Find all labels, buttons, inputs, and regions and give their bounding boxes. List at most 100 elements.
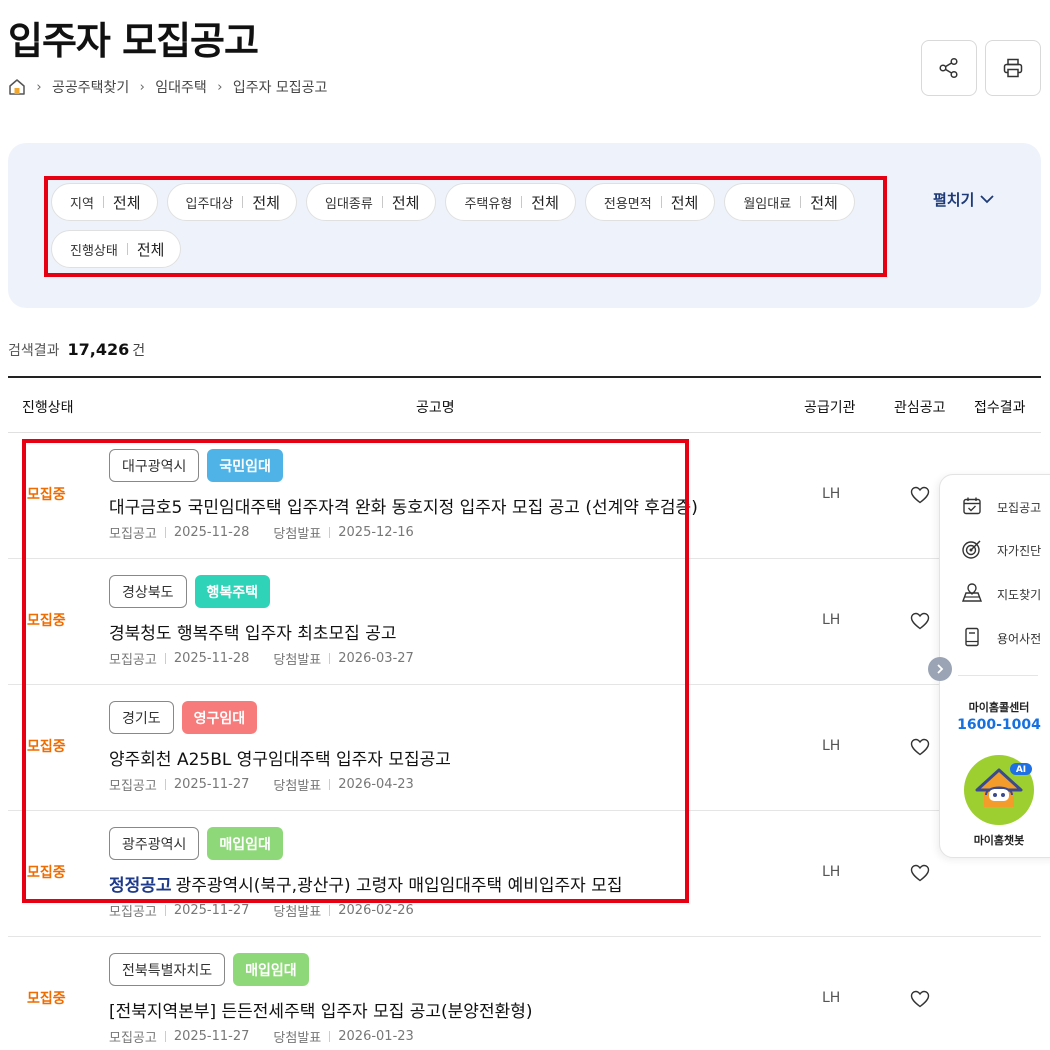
chatbot-button[interactable]: AI [964,755,1034,825]
notice-list: 모집중 대구광역시 국민임대 대구금호5 국민임대주택 입주자격 완화 동호지정… [8,433,1041,1050]
notice-title-link[interactable]: 정정공고 광주광역시(북구,광산구) 고령자 매입임대주택 예비입주자 모집 [109,871,623,896]
winner-date: 2026-03-27 [338,651,414,666]
print-icon [1003,58,1023,78]
region-tag: 대구광역시 [109,449,200,482]
divider [329,527,331,538]
expand-label: 펼치기 [933,190,975,209]
quick-menu-label: 용어사전 [997,631,1042,646]
rental-type-tag: 국민임대 [207,449,283,482]
chevron-down-icon [980,195,995,204]
winner-date: 2025-12-16 [338,525,414,540]
call-center-phone[interactable]: 1600-1004 [940,717,1050,733]
result-count: 검색결과 17,426 건 [8,340,145,360]
quick-menu-item-self-check[interactable]: 자가진단 [961,538,1041,562]
chevron-right-icon: › [217,79,223,95]
target-icon [961,538,985,562]
notice-date: 2025-11-27 [173,903,250,918]
notice-title-link[interactable]: 양주회천 A25BL 영구임대주택 입주자 모집공고 [109,745,451,770]
divider [164,1031,166,1042]
chevron-right-icon [937,664,944,674]
page-title: 입주자 모집공고 [8,19,259,63]
heart-icon[interactable] [910,864,930,882]
chatbot-label: 마이홈챗봇 [973,834,1025,847]
table-row[interactable]: 모집중 전북특별자치도 매입임대 [전북지역본부] 든든전세주택 입주자 모집 … [8,937,1041,1050]
chevron-right-icon: › [139,79,145,95]
notice-dates: 모집공고 2025-11-28 당첨발표 2025-12-16 [109,523,414,542]
notice-date: 2025-11-27 [173,1029,250,1044]
home-icon[interactable] [8,78,26,96]
winner-date-label: 당첨발표 [273,779,322,794]
supplier-org: LH [822,612,841,628]
tag-group: 전북특별자치도 매입임대 [109,953,309,986]
table-row[interactable]: 모집중 경상북도 행복주택 경북청도 행복주택 입주자 최초모집 공고 모집공고… [8,559,1041,685]
notice-title: 대구금호5 국민임대주택 입주자격 완화 동호지정 입주자 모집 공고 (선계약… [109,498,698,518]
notice-date: 2025-11-27 [173,777,250,792]
heart-icon[interactable] [910,612,930,630]
supplier-org: LH [822,990,841,1006]
breadcrumb-item-2[interactable]: 임대주택 [155,77,207,97]
divider [329,653,331,664]
status-label: 모집중 [27,613,66,629]
breadcrumb-item-3[interactable]: 입주자 모집공고 [233,77,328,97]
print-button[interactable] [985,40,1041,96]
notice-title-link[interactable]: 경북청도 행복주택 입주자 최초모집 공고 [109,619,397,644]
notice-title-link[interactable]: 대구금호5 국민임대주택 입주자격 완화 동호지정 입주자 모집 공고 (선계약… [109,493,698,518]
region-tag: 경상북도 [109,575,187,608]
divider [164,527,166,538]
supplier-org: LH [822,486,841,502]
tag-group: 대구광역시 국민임대 [109,449,283,482]
heart-icon[interactable] [910,486,930,504]
column-result: 접수결과 [974,400,1026,416]
heart-icon[interactable] [910,990,930,1008]
table-row[interactable]: 모집중 경기도 영구임대 양주회천 A25BL 영구임대주택 입주자 모집공고 … [8,685,1041,811]
notice-title: [전북지역본부] 든든전세주택 입주자 모집 공고(분양전환형) [109,1002,533,1022]
table-row[interactable]: 모집중 대구광역시 국민임대 대구금호5 국민임대주택 입주자격 완화 동호지정… [8,433,1041,559]
calendar-check-icon [961,495,985,519]
status-label: 모집중 [27,991,66,1007]
table-header: 진행상태 공고명 공급기관 관심공고 접수결과 [8,376,1041,433]
quick-menu-panel: 모집공고 자가진단 지도찾기 용어사전 마이홈콜센터 1600-1004 AI … [928,474,1050,858]
table-row[interactable]: 모집중 광주광역시 매입임대 정정공고 광주광역시(북구,광산구) 고령자 매입임… [8,811,1041,937]
divider [164,653,166,664]
winner-date-label: 당첨발표 [273,653,322,668]
notice-title-link[interactable]: [전북지역본부] 든든전세주택 입주자 모집 공고(분양전환형) [109,997,533,1022]
quick-menu-label: 지도찾기 [997,587,1042,602]
quick-menu-item-map[interactable]: 지도찾기 [961,582,1041,606]
filter-highlight-box [44,176,887,277]
chevron-right-icon: › [36,79,42,95]
status-label: 모집중 [27,739,66,755]
quick-menu-label: 모집공고 [997,500,1042,515]
heart-icon[interactable] [910,738,930,756]
notice-dates: 모집공고 2025-11-27 당첨발표 2026-01-23 [109,1027,414,1046]
breadcrumb: › 공공주택찾기 › 임대주택 › 입주자 모집공고 [8,76,327,98]
map-icon [961,582,985,606]
result-label: 검색결과 [8,343,60,359]
notice-date-label: 모집공고 [109,1031,157,1046]
quick-menu-item-dictionary[interactable]: 용어사전 [961,626,1041,650]
rental-type-tag: 행복주택 [194,575,271,608]
panel-toggle-button[interactable] [928,657,952,681]
rental-type-tag: 매입임대 [207,827,283,860]
notice-date: 2025-11-28 [173,525,250,540]
status-label: 모집중 [27,865,66,881]
notice-dates: 모집공고 2025-11-27 당첨발표 2026-02-26 [109,901,414,920]
notice-title: 광주광역시(북구,광산구) 고령자 매입임대주택 예비입주자 모집 [175,876,623,896]
notice-dates: 모집공고 2025-11-28 당첨발표 2026-03-27 [109,649,414,668]
quick-menu-item-notice[interactable]: 모집공고 [961,495,1041,519]
rental-type-tag: 영구임대 [181,701,258,734]
notice-title: 양주회천 A25BL 영구임대주택 입주자 모집공고 [109,750,451,770]
divider [958,675,1038,676]
column-org: 공급기관 [804,400,856,416]
result-number: 17,426 [67,340,130,359]
winner-date-label: 당첨발표 [273,1031,322,1046]
region-tag: 광주광역시 [109,827,200,860]
correction-badge: 정정공고 [109,876,172,896]
notice-date-label: 모집공고 [109,905,157,920]
winner-date: 2026-04-23 [338,777,414,792]
share-button[interactable] [921,40,977,96]
ai-badge: AI [1016,765,1026,775]
expand-filters-button[interactable]: 펼치기 [933,188,995,210]
breadcrumb-item-1[interactable]: 공공주택찾기 [52,77,129,97]
chatbot-house-icon: AI [975,763,1032,807]
quick-menu-label: 자가진단 [997,543,1042,558]
